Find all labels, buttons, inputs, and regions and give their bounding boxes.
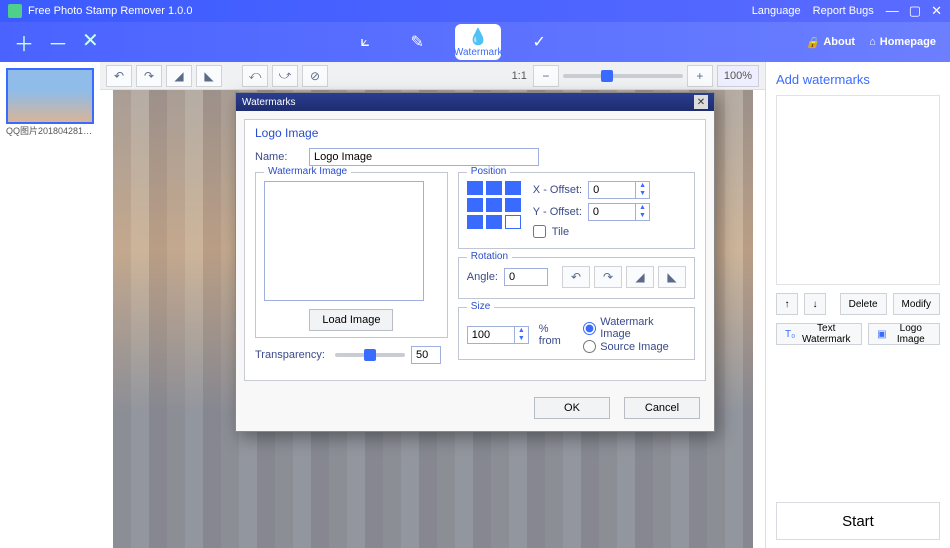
tile-label: Tile bbox=[552, 226, 569, 238]
thumbnail-caption: QQ图片2018042812... bbox=[6, 124, 94, 137]
size-down[interactable]: ▼ bbox=[515, 335, 528, 343]
app-icon bbox=[8, 4, 22, 18]
dialog-titlebar[interactable]: Watermarks ✕ bbox=[236, 93, 714, 111]
watermark-tool-label: Watermark bbox=[454, 47, 503, 58]
size-from-watermark[interactable]: Watermark Image bbox=[583, 316, 686, 340]
canvas-toolbar: ↶ ↷ ◢ ◣ ⤺ ⤻ ⊘ 1:1 − + 100% bbox=[100, 62, 765, 90]
size-from-source[interactable]: Source Image bbox=[583, 340, 686, 353]
flip-v-button[interactable]: ◣ bbox=[196, 65, 222, 87]
about-link[interactable]: 🔒About bbox=[806, 36, 855, 49]
lock-icon: 🔒 bbox=[806, 36, 820, 49]
clear-button[interactable]: ⊘ bbox=[302, 65, 328, 87]
title-bar: Free Photo Stamp Remover 1.0.0 Language … bbox=[0, 0, 950, 22]
transparency-value[interactable] bbox=[411, 346, 441, 364]
maximize-button[interactable]: ▢ bbox=[909, 3, 921, 19]
report-bugs-link[interactable]: Report Bugs bbox=[813, 5, 874, 17]
x-offset-input[interactable] bbox=[589, 182, 635, 198]
anchor-grid[interactable] bbox=[467, 181, 521, 229]
redo-button[interactable]: ⤻ bbox=[272, 65, 298, 87]
dialog-section-heading: Logo Image bbox=[255, 126, 695, 140]
rot-flip-v-button[interactable]: ◣ bbox=[658, 266, 686, 288]
rotation-legend: Rotation bbox=[467, 251, 512, 262]
thumbnail-image bbox=[6, 68, 94, 124]
position-legend: Position bbox=[467, 166, 511, 177]
image-preview bbox=[264, 181, 424, 301]
thumbnail[interactable]: QQ图片2018042812... bbox=[6, 68, 94, 137]
name-input[interactable] bbox=[309, 148, 539, 166]
ok-button[interactable]: OK bbox=[534, 397, 610, 419]
app-title: Free Photo Stamp Remover 1.0.0 bbox=[28, 5, 192, 17]
zoom-slider[interactable] bbox=[563, 65, 683, 87]
remove-tab-button[interactable]: － bbox=[48, 28, 68, 57]
zoom-in-button[interactable]: + bbox=[687, 65, 713, 87]
dialog-close-button[interactable]: ✕ bbox=[694, 95, 708, 109]
brush-tool[interactable]: ✓ bbox=[525, 28, 553, 56]
rotation-fieldset: Rotation Angle: ↶ ↷ ◢ ◣ bbox=[458, 257, 695, 299]
zoom-out-button[interactable]: − bbox=[533, 65, 559, 87]
ribbon: ＋ － ✕ ⟀ ✎ 💧 Watermark ✓ 🔒About ⌂Homepage bbox=[0, 22, 950, 62]
position-fieldset: Position X - Offset: ▲▼ bbox=[458, 172, 695, 249]
name-label: Name: bbox=[255, 151, 303, 163]
size-fieldset: Size ▲▼ % from Watermark Image Source Im… bbox=[458, 307, 695, 360]
y-offset-label: Y - Offset: bbox=[533, 206, 582, 218]
y-up[interactable]: ▲ bbox=[636, 204, 649, 212]
y-offset-input[interactable] bbox=[589, 204, 635, 220]
modify-button[interactable]: Modify bbox=[893, 293, 940, 315]
homepage-link[interactable]: ⌂Homepage bbox=[869, 36, 936, 48]
angle-input[interactable] bbox=[504, 268, 548, 286]
watermark-list[interactable] bbox=[776, 95, 940, 285]
watermark-image-fieldset: Watermark Image Load Image bbox=[255, 172, 448, 338]
transparency-label: Transparency: bbox=[255, 349, 329, 361]
rotate-ccw-button[interactable]: ↶ bbox=[106, 65, 132, 87]
dialog-title: Watermarks bbox=[242, 97, 296, 108]
size-up[interactable]: ▲ bbox=[515, 327, 528, 335]
thumbnail-strip: QQ图片2018042812... bbox=[0, 62, 100, 548]
undo-button[interactable]: ⤺ bbox=[242, 65, 268, 87]
language-link[interactable]: Language bbox=[752, 5, 801, 17]
close-tab-button[interactable]: ✕ bbox=[82, 28, 99, 57]
wm-image-legend: Watermark Image bbox=[264, 166, 351, 177]
minimize-button[interactable]: — bbox=[886, 3, 899, 19]
add-tab-button[interactable]: ＋ bbox=[14, 28, 34, 57]
flip-h-button[interactable]: ◢ bbox=[166, 65, 192, 87]
rot-ccw-button[interactable]: ↶ bbox=[562, 266, 590, 288]
angle-label: Angle: bbox=[467, 271, 498, 283]
image-icon: ▣ bbox=[877, 329, 886, 340]
x-down[interactable]: ▼ bbox=[636, 190, 649, 198]
pct-from-label: % from bbox=[539, 323, 573, 347]
zoom-1-1-label[interactable]: 1:1 bbox=[510, 70, 529, 82]
side-panel-heading: Add watermarks bbox=[776, 72, 940, 87]
logo-image-button[interactable]: ▣Logo Image bbox=[868, 323, 940, 345]
x-offset-label: X - Offset: bbox=[533, 184, 582, 196]
erase-tool[interactable]: ✎ bbox=[403, 28, 431, 56]
transparency-slider[interactable] bbox=[335, 353, 405, 357]
move-down-button[interactable]: ↓ bbox=[804, 293, 826, 315]
close-button[interactable]: ✕ bbox=[931, 3, 942, 19]
start-button[interactable]: Start bbox=[776, 502, 940, 540]
size-legend: Size bbox=[467, 301, 494, 312]
tile-checkbox[interactable] bbox=[533, 225, 546, 238]
rotate-cw-button[interactable]: ↷ bbox=[136, 65, 162, 87]
home-icon: ⌂ bbox=[869, 36, 876, 48]
crop-tool[interactable]: ⟀ bbox=[351, 28, 379, 56]
watermark-tool[interactable]: 💧 Watermark bbox=[455, 24, 501, 60]
size-input[interactable] bbox=[468, 327, 514, 343]
side-panel: Add watermarks ↑ ↓ Delete Modify T₀Text … bbox=[765, 62, 950, 548]
rot-cw-button[interactable]: ↷ bbox=[594, 266, 622, 288]
move-up-button[interactable]: ↑ bbox=[776, 293, 798, 315]
zoom-percent: 100% bbox=[717, 65, 759, 87]
water-drop-icon: 💧 bbox=[468, 27, 488, 47]
rot-flip-h-button[interactable]: ◢ bbox=[626, 266, 654, 288]
load-image-button[interactable]: Load Image bbox=[309, 309, 393, 331]
watermarks-dialog: Watermarks ✕ Logo Image Name: Watermark … bbox=[235, 92, 715, 432]
y-down[interactable]: ▼ bbox=[636, 212, 649, 220]
delete-button[interactable]: Delete bbox=[840, 293, 887, 315]
x-up[interactable]: ▲ bbox=[636, 182, 649, 190]
text-icon: T₀ bbox=[785, 329, 795, 340]
cancel-button[interactable]: Cancel bbox=[624, 397, 700, 419]
text-watermark-button[interactable]: T₀Text Watermark bbox=[776, 323, 862, 345]
